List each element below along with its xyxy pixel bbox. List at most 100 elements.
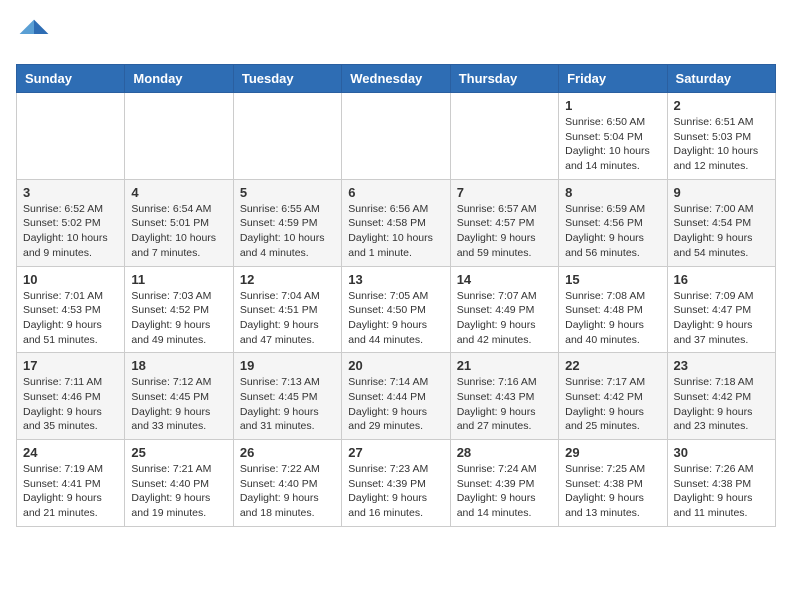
- day-number: 14: [457, 272, 552, 287]
- day-number: 3: [23, 185, 118, 200]
- calendar-cell: 17 Sunrise: 7:11 AM Sunset: 4:46 PM Dayli…: [17, 353, 125, 440]
- weekday-header-friday: Friday: [559, 65, 667, 93]
- day-number: 24: [23, 445, 118, 460]
- day-number: 10: [23, 272, 118, 287]
- calendar-cell: 5 Sunrise: 6:55 AM Sunset: 4:59 PM Daylig…: [233, 179, 341, 266]
- calendar-table: SundayMondayTuesdayWednesdayThursdayFrid…: [16, 64, 776, 527]
- day-number: 26: [240, 445, 335, 460]
- calendar-body: 1 Sunrise: 6:50 AM Sunset: 5:04 PM Daylig…: [17, 93, 776, 527]
- calendar-cell: 15 Sunrise: 7:08 AM Sunset: 4:48 PM Dayli…: [559, 266, 667, 353]
- calendar-week-row: 24 Sunrise: 7:19 AM Sunset: 4:41 PM Dayli…: [17, 440, 776, 527]
- day-info: Sunrise: 7:07 AM Sunset: 4:49 PM Dayligh…: [457, 289, 552, 348]
- day-number: 13: [348, 272, 443, 287]
- calendar-cell: 11 Sunrise: 7:03 AM Sunset: 4:52 PM Dayli…: [125, 266, 233, 353]
- day-number: 12: [240, 272, 335, 287]
- day-info: Sunrise: 7:08 AM Sunset: 4:48 PM Dayligh…: [565, 289, 660, 348]
- day-number: 9: [674, 185, 769, 200]
- day-number: 25: [131, 445, 226, 460]
- day-number: 22: [565, 358, 660, 373]
- calendar-cell: 22 Sunrise: 7:17 AM Sunset: 4:42 PM Dayli…: [559, 353, 667, 440]
- day-number: 16: [674, 272, 769, 287]
- page-header: [16, 16, 776, 52]
- weekday-header-row: SundayMondayTuesdayWednesdayThursdayFrid…: [17, 65, 776, 93]
- calendar-cell: [233, 93, 341, 180]
- day-info: Sunrise: 7:04 AM Sunset: 4:51 PM Dayligh…: [240, 289, 335, 348]
- day-number: 28: [457, 445, 552, 460]
- calendar-cell: 14 Sunrise: 7:07 AM Sunset: 4:49 PM Dayli…: [450, 266, 558, 353]
- day-info: Sunrise: 7:13 AM Sunset: 4:45 PM Dayligh…: [240, 375, 335, 434]
- day-info: Sunrise: 7:25 AM Sunset: 4:38 PM Dayligh…: [565, 462, 660, 521]
- day-info: Sunrise: 7:26 AM Sunset: 4:38 PM Dayligh…: [674, 462, 769, 521]
- calendar-week-row: 3 Sunrise: 6:52 AM Sunset: 5:02 PM Daylig…: [17, 179, 776, 266]
- day-number: 5: [240, 185, 335, 200]
- day-number: 7: [457, 185, 552, 200]
- day-info: Sunrise: 7:22 AM Sunset: 4:40 PM Dayligh…: [240, 462, 335, 521]
- day-info: Sunrise: 7:14 AM Sunset: 4:44 PM Dayligh…: [348, 375, 443, 434]
- calendar-cell: [342, 93, 450, 180]
- day-number: 23: [674, 358, 769, 373]
- day-number: 2: [674, 98, 769, 113]
- day-info: Sunrise: 6:52 AM Sunset: 5:02 PM Dayligh…: [23, 202, 118, 261]
- day-info: Sunrise: 7:05 AM Sunset: 4:50 PM Dayligh…: [348, 289, 443, 348]
- day-info: Sunrise: 7:23 AM Sunset: 4:39 PM Dayligh…: [348, 462, 443, 521]
- calendar-cell: 12 Sunrise: 7:04 AM Sunset: 4:51 PM Dayli…: [233, 266, 341, 353]
- calendar-cell: 10 Sunrise: 7:01 AM Sunset: 4:53 PM Dayli…: [17, 266, 125, 353]
- day-number: 1: [565, 98, 660, 113]
- day-info: Sunrise: 7:03 AM Sunset: 4:52 PM Dayligh…: [131, 289, 226, 348]
- weekday-header-monday: Monday: [125, 65, 233, 93]
- calendar-cell: 24 Sunrise: 7:19 AM Sunset: 4:41 PM Dayli…: [17, 440, 125, 527]
- calendar-cell: 21 Sunrise: 7:16 AM Sunset: 4:43 PM Dayli…: [450, 353, 558, 440]
- day-info: Sunrise: 7:00 AM Sunset: 4:54 PM Dayligh…: [674, 202, 769, 261]
- logo: [16, 16, 56, 52]
- day-info: Sunrise: 7:19 AM Sunset: 4:41 PM Dayligh…: [23, 462, 118, 521]
- day-number: 27: [348, 445, 443, 460]
- day-number: 19: [240, 358, 335, 373]
- calendar-cell: 27 Sunrise: 7:23 AM Sunset: 4:39 PM Dayli…: [342, 440, 450, 527]
- calendar-cell: 7Sunrise: 6:57 AM Sunset: 4:57 PM Daylig…: [450, 179, 558, 266]
- logo-icon: [16, 16, 52, 52]
- calendar-cell: 6Sunrise: 6:56 AM Sunset: 4:58 PM Daylig…: [342, 179, 450, 266]
- calendar-week-row: 17 Sunrise: 7:11 AM Sunset: 4:46 PM Dayli…: [17, 353, 776, 440]
- day-info: Sunrise: 7:01 AM Sunset: 4:53 PM Dayligh…: [23, 289, 118, 348]
- weekday-header-thursday: Thursday: [450, 65, 558, 93]
- day-info: Sunrise: 7:24 AM Sunset: 4:39 PM Dayligh…: [457, 462, 552, 521]
- calendar-cell: 20 Sunrise: 7:14 AM Sunset: 4:44 PM Dayli…: [342, 353, 450, 440]
- calendar-cell: [450, 93, 558, 180]
- calendar-week-row: 1 Sunrise: 6:50 AM Sunset: 5:04 PM Daylig…: [17, 93, 776, 180]
- day-number: 11: [131, 272, 226, 287]
- calendar-cell: 23 Sunrise: 7:18 AM Sunset: 4:42 PM Dayli…: [667, 353, 775, 440]
- day-info: Sunrise: 6:55 AM Sunset: 4:59 PM Dayligh…: [240, 202, 335, 261]
- calendar-cell: 26 Sunrise: 7:22 AM Sunset: 4:40 PM Dayli…: [233, 440, 341, 527]
- day-info: Sunrise: 7:12 AM Sunset: 4:45 PM Dayligh…: [131, 375, 226, 434]
- calendar-cell: 30 Sunrise: 7:26 AM Sunset: 4:38 PM Dayli…: [667, 440, 775, 527]
- day-number: 29: [565, 445, 660, 460]
- calendar-cell: 18Sunrise: 7:12 AM Sunset: 4:45 PM Dayli…: [125, 353, 233, 440]
- calendar-week-row: 10 Sunrise: 7:01 AM Sunset: 4:53 PM Dayli…: [17, 266, 776, 353]
- day-info: Sunrise: 6:54 AM Sunset: 5:01 PM Dayligh…: [131, 202, 226, 261]
- day-info: Sunrise: 7:18 AM Sunset: 4:42 PM Dayligh…: [674, 375, 769, 434]
- day-info: Sunrise: 7:17 AM Sunset: 4:42 PM Dayligh…: [565, 375, 660, 434]
- day-info: Sunrise: 7:21 AM Sunset: 4:40 PM Dayligh…: [131, 462, 226, 521]
- calendar-cell: 19 Sunrise: 7:13 AM Sunset: 4:45 PM Dayli…: [233, 353, 341, 440]
- day-info: Sunrise: 7:11 AM Sunset: 4:46 PM Dayligh…: [23, 375, 118, 434]
- calendar-cell: 16 Sunrise: 7:09 AM Sunset: 4:47 PM Dayli…: [667, 266, 775, 353]
- day-number: 17: [23, 358, 118, 373]
- calendar-cell: 3 Sunrise: 6:52 AM Sunset: 5:02 PM Daylig…: [17, 179, 125, 266]
- calendar-cell: 2Sunrise: 6:51 AM Sunset: 5:03 PM Daylig…: [667, 93, 775, 180]
- day-number: 20: [348, 358, 443, 373]
- day-info: Sunrise: 7:09 AM Sunset: 4:47 PM Dayligh…: [674, 289, 769, 348]
- calendar-cell: 4Sunrise: 6:54 AM Sunset: 5:01 PM Daylig…: [125, 179, 233, 266]
- day-number: 8: [565, 185, 660, 200]
- day-number: 21: [457, 358, 552, 373]
- calendar-cell: [125, 93, 233, 180]
- day-number: 6: [348, 185, 443, 200]
- day-number: 15: [565, 272, 660, 287]
- calendar-cell: 1 Sunrise: 6:50 AM Sunset: 5:04 PM Daylig…: [559, 93, 667, 180]
- calendar-cell: 29 Sunrise: 7:25 AM Sunset: 4:38 PM Dayli…: [559, 440, 667, 527]
- day-number: 30: [674, 445, 769, 460]
- day-info: Sunrise: 7:16 AM Sunset: 4:43 PM Dayligh…: [457, 375, 552, 434]
- day-info: Sunrise: 6:50 AM Sunset: 5:04 PM Dayligh…: [565, 115, 660, 174]
- calendar-header: SundayMondayTuesdayWednesdayThursdayFrid…: [17, 65, 776, 93]
- weekday-header-tuesday: Tuesday: [233, 65, 341, 93]
- weekday-header-sunday: Sunday: [17, 65, 125, 93]
